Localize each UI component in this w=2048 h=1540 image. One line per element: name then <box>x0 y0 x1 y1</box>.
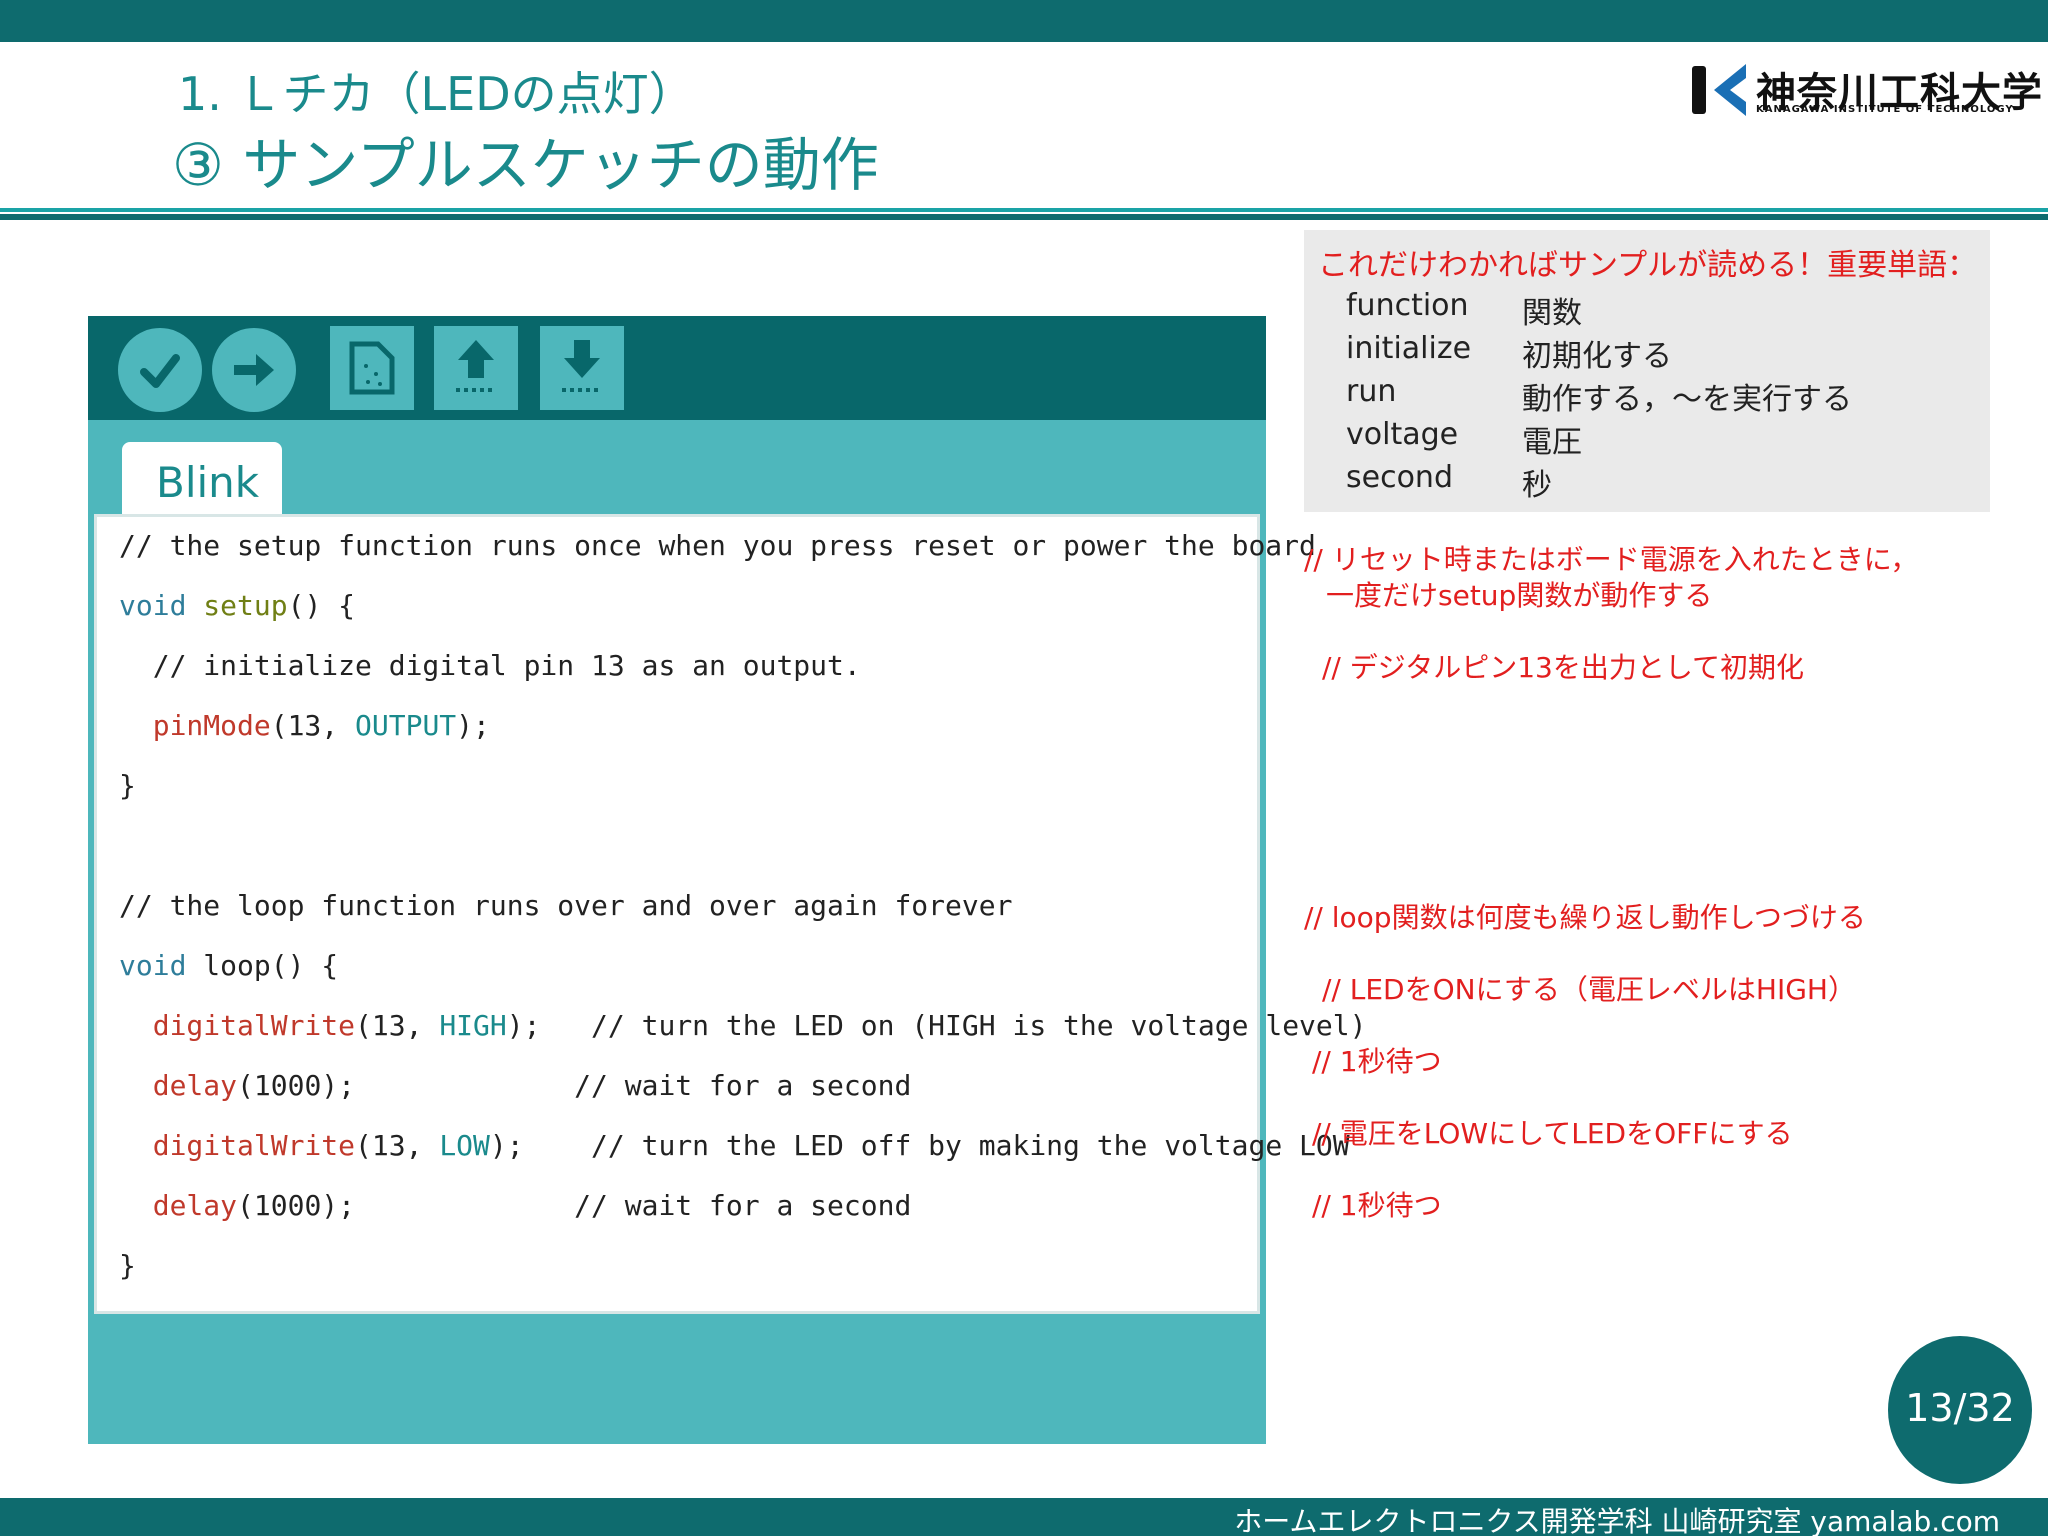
annotation-delay-2: // 1秒待つ <box>1312 1189 1442 1222</box>
code-line: } <box>119 769 136 802</box>
top-bar <box>0 0 2048 42</box>
page-number-badge: 13/32 <box>1888 1336 2032 1484</box>
glossary-meaning: 動作する，～を実行する <box>1522 382 1852 417</box>
open-file-icon <box>456 340 494 392</box>
code-line: // the loop function runs over and over … <box>119 889 1013 922</box>
page-number: 13/32 <box>1905 1386 2015 1430</box>
code-line: // the setup function runs once when you… <box>119 529 1316 562</box>
glossary-term: run <box>1346 374 1397 409</box>
code-line: void setup() { <box>119 589 356 622</box>
save-file-icon <box>562 340 600 392</box>
glossary-term: voltage <box>1346 417 1459 452</box>
slide-subtitle: 1. Ｌチカ（LEDの点灯） <box>178 67 695 121</box>
glossary-title: これだけわかればサンプルが読める！重要単語： <box>1318 248 1978 283</box>
glossary-box: これだけわかればサンプルが読める！重要単語： function 関数 initi… <box>1304 230 1990 512</box>
footer-bar: ホームエレクトロニクス開発学科 山崎研究室 yamalab.com <box>0 1498 2048 1538</box>
tab-label: Blink <box>156 458 260 507</box>
verify-icon <box>140 354 180 388</box>
header-divider-dark <box>0 214 2048 220</box>
annotation-setup-2: 一度だけsetup関数が動作する <box>1326 579 1713 612</box>
ide-toolbar <box>88 316 1266 420</box>
glossary-meaning: 関数 <box>1522 296 1582 331</box>
slide-title: ③ サンプルスケッチの動作 <box>172 131 879 199</box>
upload-button[interactable] <box>212 328 296 412</box>
code-line: pinMode(13, OUTPUT); <box>119 709 490 742</box>
verify-button[interactable] <box>118 328 202 412</box>
annotation-led-on: // LEDをONにする（電圧レベルはHIGH） <box>1322 973 1856 1006</box>
university-logo: 神奈川工科大学 KANAGAWA INSTITUTE OF TECHNOLOGY <box>1690 62 2042 118</box>
open-button[interactable] <box>434 326 518 410</box>
annotation-delay-1: // 1秒待つ <box>1312 1045 1442 1078</box>
glossary-meaning: 初期化する <box>1522 339 1672 374</box>
code-line: delay(1000); // wait for a second <box>119 1069 912 1102</box>
new-file-icon <box>349 341 395 395</box>
code-line: // initialize digital pin 13 as an outpu… <box>119 649 861 682</box>
tab-blink[interactable]: Blink <box>122 442 282 522</box>
annotation-led-off: // 電圧をLOWにしてLEDをOFFにする <box>1312 1117 1793 1150</box>
glossary-meaning: 電圧 <box>1522 425 1582 460</box>
kait-logo-icon <box>1692 64 1746 116</box>
header-divider <box>0 208 2048 212</box>
glossary-term: function <box>1346 288 1469 323</box>
code-editor[interactable]: // the setup function runs once when you… <box>94 514 1366 1314</box>
code-line: } <box>119 1249 136 1282</box>
new-button[interactable] <box>330 326 414 410</box>
code-line: digitalWrite(13, HIGH); // turn the LED … <box>119 1009 1367 1042</box>
glossary-meaning: 秒 <box>1522 468 1552 503</box>
annotation-setup: // リセット時またはボード電源を入れたときに， <box>1304 543 1919 576</box>
logo-subtext: KANAGAWA INSTITUTE OF TECHNOLOGY <box>1756 104 2014 115</box>
arduino-ide: Blink // the setup function runs once wh… <box>88 316 1366 1444</box>
glossary-term: second <box>1346 460 1453 495</box>
glossary-term: initialize <box>1346 331 1472 366</box>
upload-arrow-icon <box>234 354 274 386</box>
annotation-loop: // loop関数は何度も繰り返し動作しつづける <box>1304 901 1866 934</box>
code-line: digitalWrite(13, LOW); // turn the LED o… <box>119 1129 1350 1162</box>
save-button[interactable] <box>540 326 624 410</box>
code-line: delay(1000); // wait for a second <box>119 1189 912 1222</box>
code-line: void loop() { <box>119 949 339 982</box>
footer-text: ホームエレクトロニクス開発学科 山崎研究室 yamalab.com <box>1234 1505 2000 1538</box>
annotation-pinmode: // デジタルピン13を出力として初期化 <box>1322 651 1804 684</box>
